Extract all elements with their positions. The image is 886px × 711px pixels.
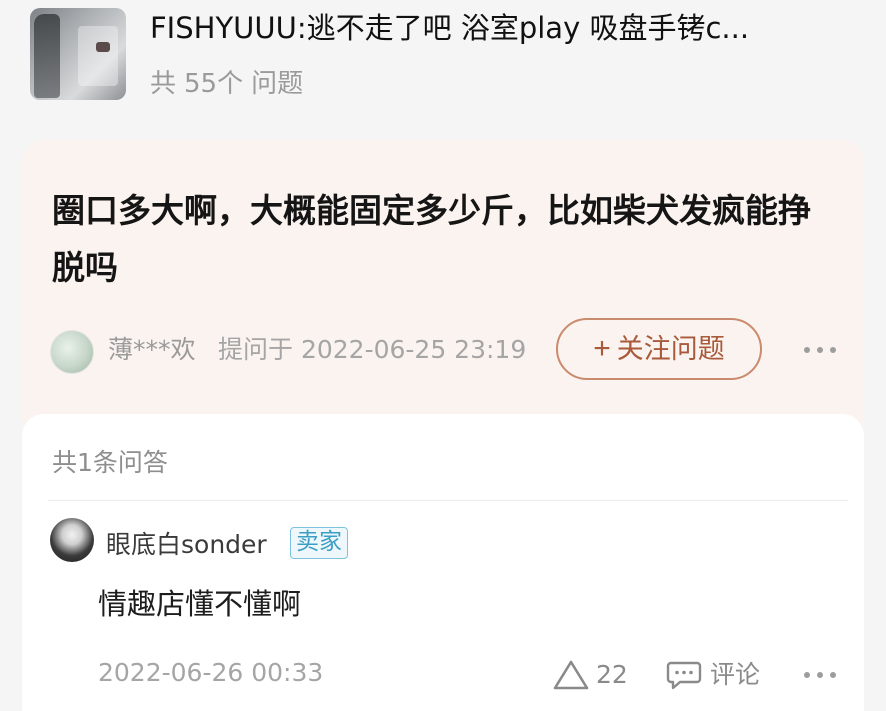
seller-badge: 卖家 <box>290 527 348 559</box>
follow-question-label: 关注问题 <box>616 334 725 364</box>
asker-avatar[interactable] <box>50 330 94 374</box>
comment-bubble-icon <box>666 661 702 690</box>
answers-count: 共1条问答 <box>52 448 168 477</box>
like-count: 22 <box>596 660 628 689</box>
plus-icon: + <box>593 332 611 365</box>
like-button[interactable]: 22 <box>552 657 628 693</box>
question-count-value: 55个 <box>184 69 244 99</box>
answers-card: 共1条问答 眼底白sonder 卖家 情趣店懂不懂啊 2022-06-26 00… <box>22 414 864 711</box>
comment-button[interactable]: 评论 <box>666 657 760 693</box>
question-count-suffix: 问题 <box>251 69 304 99</box>
answer-text: 情趣店懂不懂啊 <box>98 587 302 621</box>
question-count-prefix: 共 <box>150 69 177 99</box>
product-question-count: 共 55个 问题 <box>150 66 311 102</box>
more-dots-icon[interactable] <box>802 345 838 355</box>
asker-name[interactable]: 薄***欢 <box>108 333 196 367</box>
question-title: 圈口多大啊，大概能固定多少斤，比如柴犬发疯能挣脱吗 <box>52 191 811 287</box>
product-title[interactable]: FISHYUUU:逃不走了吧 浴室play 吸盘手铐c... <box>150 8 850 48</box>
answerer-name[interactable]: 眼底白sonder <box>106 528 267 562</box>
answer-date: 2022-06-26 00:33 <box>98 658 324 687</box>
follow-question-button[interactable]: + 关注问题 <box>556 318 762 380</box>
answerer-avatar[interactable] <box>50 518 94 562</box>
thumbnail-figure <box>34 14 60 98</box>
thumbnail-cuff <box>96 42 110 52</box>
qa-page: FISHYUUU:逃不走了吧 浴室play 吸盘手铐c... 共 55个 问题 圈口… <box>0 0 886 711</box>
asked-timestamp: 提问于 2022-06-25 23:19 <box>218 335 527 364</box>
comment-label: 评论 <box>710 660 761 689</box>
product-header[interactable]: FISHYUUU:逃不走了吧 浴室play 吸盘手铐c... 共 55个 问题 <box>0 0 886 130</box>
thumbnail-wall <box>78 26 118 86</box>
triangle-like-icon <box>553 660 589 690</box>
question-card: 圈口多大啊，大概能固定多少斤，比如柴犬发疯能挣脱吗 薄***欢 提问于 2022… <box>22 140 864 440</box>
divider <box>48 500 848 501</box>
product-thumbnail[interactable] <box>30 8 126 100</box>
answer-more-dots-icon[interactable] <box>802 670 838 680</box>
